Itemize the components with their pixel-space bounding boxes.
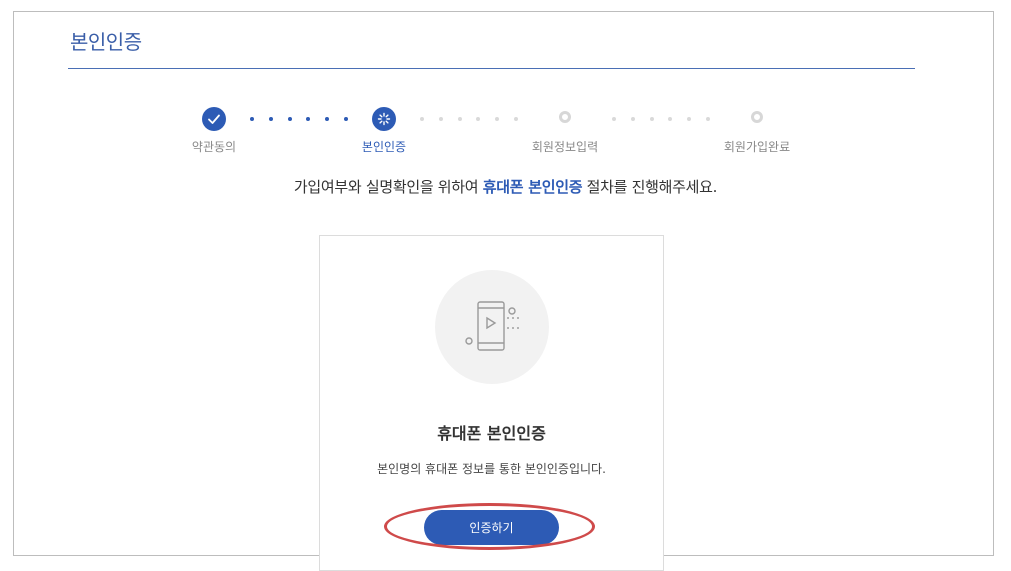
step-connector-dot: [269, 117, 273, 121]
title-divider: [68, 68, 915, 69]
step-active-indicator: [372, 107, 396, 131]
step-connector-dot: [420, 117, 424, 121]
phone-verification-card: 휴대폰 본인인증 본인명의 휴대폰 정보를 통한 본인인증입니다. 인증하기: [319, 235, 664, 571]
step-label-verification: 본인인증: [361, 140, 407, 154]
step-connector-dot: [612, 117, 616, 121]
step-connector-dot: [306, 117, 310, 121]
step-connector-dot: [476, 117, 480, 121]
step-done-indicator: [202, 107, 226, 131]
instruction-after: 절차를 진행해주세요.: [582, 178, 718, 196]
phone-verification-illustration: [435, 270, 549, 384]
step-connector-dot: [250, 117, 254, 121]
step-label-complete: 회원가입완료: [723, 140, 791, 154]
step-connector-dot: [650, 117, 654, 121]
step-connector-dot: [706, 117, 710, 121]
check-icon: [208, 114, 220, 124]
instruction-before: 가입여부와 실명확인을 위하여: [293, 178, 483, 196]
phone-verification-icon: [465, 301, 519, 351]
step-pending-indicator: [559, 111, 571, 123]
step-connector-dot: [439, 117, 443, 121]
step-label-member-info: 회원정보입력: [531, 140, 599, 154]
loading-spinner-icon: [377, 112, 391, 126]
step-connector-dot: [631, 117, 635, 121]
page-title: 본인인증: [70, 30, 142, 54]
instruction-highlight: 휴대폰 본인인증: [482, 178, 583, 196]
step-connector-dot: [458, 117, 462, 121]
step-pending-indicator: [751, 111, 763, 123]
verify-button[interactable]: 인증하기: [424, 510, 559, 545]
instruction-text: 가입여부와 실명확인을 위하여 휴대폰 본인인증 절차를 진행해주세요.: [0, 176, 1011, 197]
step-connector-dot: [687, 117, 691, 121]
card-description: 본인명의 휴대폰 정보를 통한 본인인증입니다.: [377, 462, 606, 476]
step-connector-dot: [344, 117, 348, 121]
step-connector-dot: [325, 117, 329, 121]
step-connector-dot: [668, 117, 672, 121]
card-title: 휴대폰 본인인증: [437, 424, 546, 443]
step-connector-dot: [495, 117, 499, 121]
step-connector-dot: [288, 117, 292, 121]
step-connector-dot: [514, 117, 518, 121]
step-label-terms: 약관동의: [191, 140, 237, 154]
